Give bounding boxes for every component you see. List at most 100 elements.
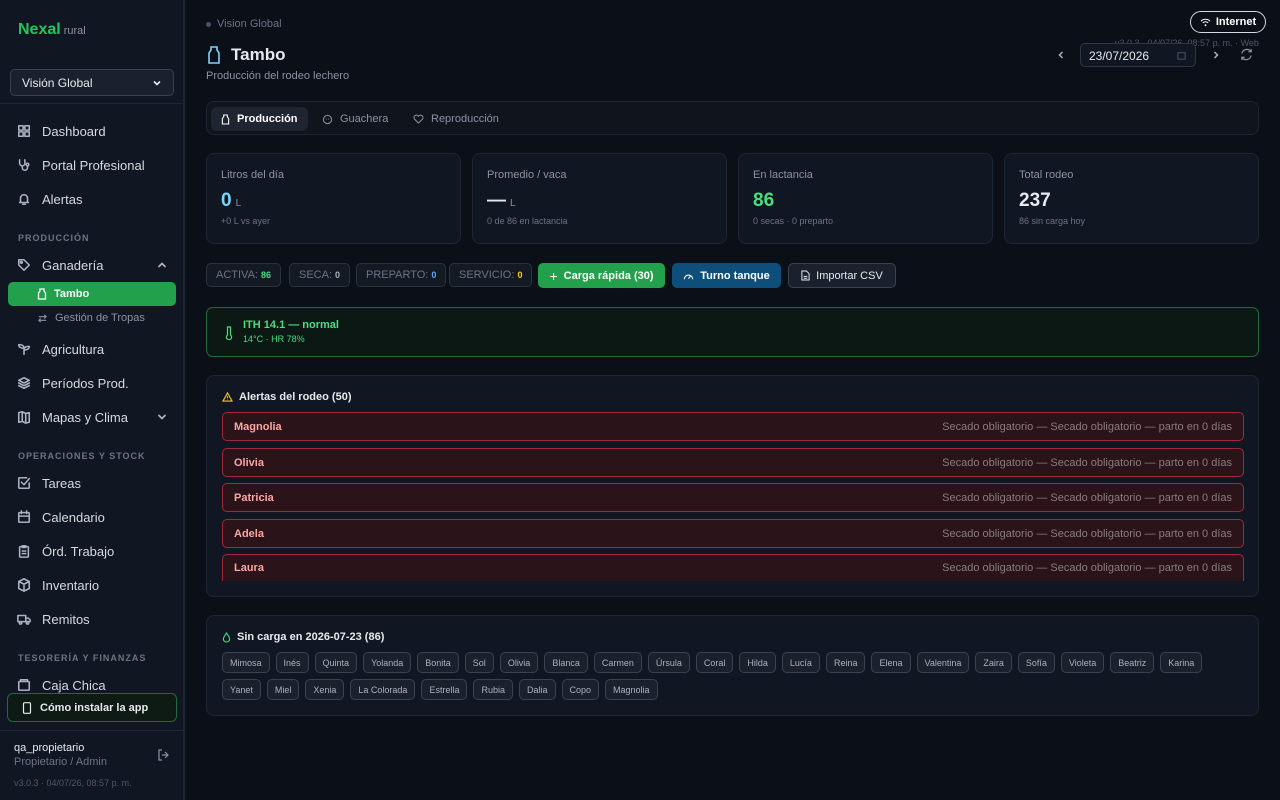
cow-chip[interactable]: Karina: [1160, 652, 1203, 673]
cow-chip[interactable]: Violeta: [1060, 652, 1105, 673]
cow-chip[interactable]: Yanet: [222, 679, 261, 700]
cow-chip[interactable]: Úrsula: [647, 652, 690, 673]
chevron-right-icon[interactable]: [1211, 50, 1221, 60]
brand-sub: rural: [63, 25, 86, 37]
cow-chip[interactable]: Dalia: [518, 679, 556, 700]
date-value: 23/07/2026: [1089, 49, 1150, 63]
cow-chip[interactable]: Rubia: [473, 679, 513, 700]
sidebar-item-caja[interactable]: Caja Chica: [17, 675, 106, 695]
warning-icon: [222, 392, 233, 402]
ith-title: ITH 14.1 — normal: [243, 319, 339, 331]
alert-message: Secado obligatorio — Secado obligatorio …: [942, 527, 1232, 540]
logout-icon[interactable]: [157, 749, 169, 761]
sidebar-item-label: Mapas y Clima: [42, 409, 128, 425]
cow-chip[interactable]: Yolanda: [363, 652, 412, 673]
install-app-button[interactable]: Cómo instalar la app: [7, 693, 177, 722]
sidebar-item-label: Períodos Prod.: [42, 375, 129, 391]
sidebar-item-portal[interactable]: Portal Profesional: [17, 155, 145, 175]
chevron-down-icon: [158, 414, 166, 420]
cow-chip[interactable]: Sofía: [1017, 652, 1055, 673]
tab-produccion[interactable]: Producción: [211, 107, 308, 131]
sidebar-item-tareas[interactable]: Tareas: [17, 473, 81, 493]
cow-chip[interactable]: Lucía: [781, 652, 820, 673]
refresh-icon[interactable]: [1240, 48, 1253, 61]
sin-carga-title: Sin carga en 2026-07-23 (86): [222, 631, 384, 643]
turno-tanque-button[interactable]: Turno tanque: [672, 263, 781, 288]
cow-chip[interactable]: Elena: [871, 652, 911, 673]
importar-csv-button[interactable]: Importar CSV: [788, 263, 896, 288]
cow-chip[interactable]: Zaira: [975, 652, 1012, 673]
chevron-up-icon: [158, 262, 166, 268]
sidebar-item-remitos[interactable]: Remitos: [17, 609, 90, 629]
scope-select[interactable]: Visión Global: [10, 69, 174, 96]
sidebar-item-label: Órd. Trabajo: [42, 543, 115, 559]
cow-chip[interactable]: Miel: [266, 679, 300, 700]
sidebar-item-tambo[interactable]: Tambo: [8, 282, 176, 306]
alert-row[interactable]: Magnolia Secado obligatorio — Secado obli…: [222, 412, 1244, 441]
sidebar-item-ganaderia[interactable]: Ganadería: [17, 255, 167, 275]
alert-row[interactable]: Patricia Secado obligatorio — Secado obli…: [222, 483, 1244, 512]
divider: [0, 103, 183, 104]
swap-icon: [38, 313, 47, 323]
sidebar-item-label: Calendario: [42, 509, 105, 525]
alerts-panel: Alertas del rodeo (50) Magnolia Secado ob…: [206, 375, 1259, 597]
button-label: Importar CSV: [816, 269, 883, 282]
tab-label: Reproducción: [431, 113, 499, 125]
tab-guachera[interactable]: Guachera: [312, 107, 398, 131]
sidebar-item-periodos[interactable]: Períodos Prod.: [17, 373, 129, 393]
cow-chip[interactable]: La Colorada: [350, 679, 416, 700]
cow-chip[interactable]: Beatriz: [1110, 652, 1155, 673]
cow-chip[interactable]: Reina: [825, 652, 866, 673]
breadcrumb-label[interactable]: Vision Global: [217, 18, 282, 30]
tag-icon: [17, 258, 31, 272]
cow-chip[interactable]: Inés: [275, 652, 309, 673]
sidebar-item-agricultura[interactable]: Agricultura: [17, 339, 104, 359]
sidebar-item-label: Tareas: [42, 475, 82, 491]
cow-chip[interactable]: Copo: [561, 679, 600, 700]
cow-chip[interactable]: Magnolia: [605, 679, 658, 700]
ith-banner: ITH 14.1 — normal 14°C · HR 78%: [206, 307, 1259, 357]
tab-reproduccion[interactable]: Reproducción: [403, 107, 509, 131]
sidebar-item-alertas[interactable]: Alertas: [17, 189, 82, 209]
tabs-bar: Producción Guachera Reproducción: [206, 101, 1259, 135]
cow-chip[interactable]: Coral: [695, 652, 734, 673]
alert-name: Laura: [234, 562, 264, 574]
cow-chip[interactable]: Bonita: [417, 652, 459, 673]
cow-chip[interactable]: Quinta: [314, 652, 358, 673]
sidebar-item-dashboard[interactable]: Dashboard: [17, 121, 106, 141]
date-input[interactable]: 23/07/2026: [1080, 43, 1196, 67]
sidebar-item-tropas[interactable]: Gestión de Tropas: [37, 312, 145, 324]
alert-row[interactable]: Adela Secado obligatorio — Secado obligat…: [222, 519, 1244, 548]
sidebar-item-inventario[interactable]: Inventario: [17, 575, 99, 595]
sidebar-item-calendario[interactable]: Calendario: [17, 507, 105, 527]
kpi-unit: L: [510, 198, 516, 209]
status-pill-preparto[interactable]: PREPARTO: 0: [356, 263, 447, 287]
status-pill-activa[interactable]: ACTIVA: 86: [206, 263, 281, 287]
cow-chip[interactable]: Carmen: [593, 652, 642, 673]
cow-chip[interactable]: Sol: [464, 652, 494, 673]
stethoscope-icon: [18, 158, 30, 171]
cow-chip[interactable]: Hilda: [739, 652, 776, 673]
chevron-left-icon[interactable]: [1056, 50, 1066, 60]
sidebar-item-ordenes[interactable]: Órd. Trabajo: [17, 541, 114, 561]
connection-label: Internet: [1215, 16, 1257, 28]
milk-bottle-icon: [37, 288, 47, 300]
cow-chip[interactable]: Olivia: [499, 652, 539, 673]
alert-name: Magnolia: [234, 420, 282, 433]
cow-chip[interactable]: Valentina: [916, 652, 970, 673]
bell-icon: [18, 193, 30, 206]
milk-bottle-icon: [208, 46, 220, 64]
sidebar-item-mapas[interactable]: Mapas y Clima: [17, 407, 167, 427]
pill-label: ACTIVA:: [216, 269, 258, 281]
carga-rapida-button[interactable]: + Carga rápida (30): [538, 263, 665, 288]
status-pill-servicio[interactable]: SERVICIO: 0: [449, 263, 533, 287]
cow-chip[interactable]: Estrella: [421, 679, 468, 700]
page-title-text: Tambo: [231, 45, 286, 64]
status-pill-seca[interactable]: SECA: 0: [289, 263, 351, 287]
cow-chip[interactable]: Xenia: [305, 679, 345, 700]
alert-row[interactable]: Laura Secado obligatorio — Secado obligat…: [222, 554, 1244, 581]
cow-chip[interactable]: Blanca: [544, 652, 588, 673]
sin-carga-title-text: Sin carga en 2026-07-23 (86): [237, 631, 385, 643]
cow-chip[interactable]: Mimosa: [222, 652, 270, 673]
alert-row[interactable]: Olivia Secado obligatorio — Secado obliga…: [222, 448, 1244, 477]
